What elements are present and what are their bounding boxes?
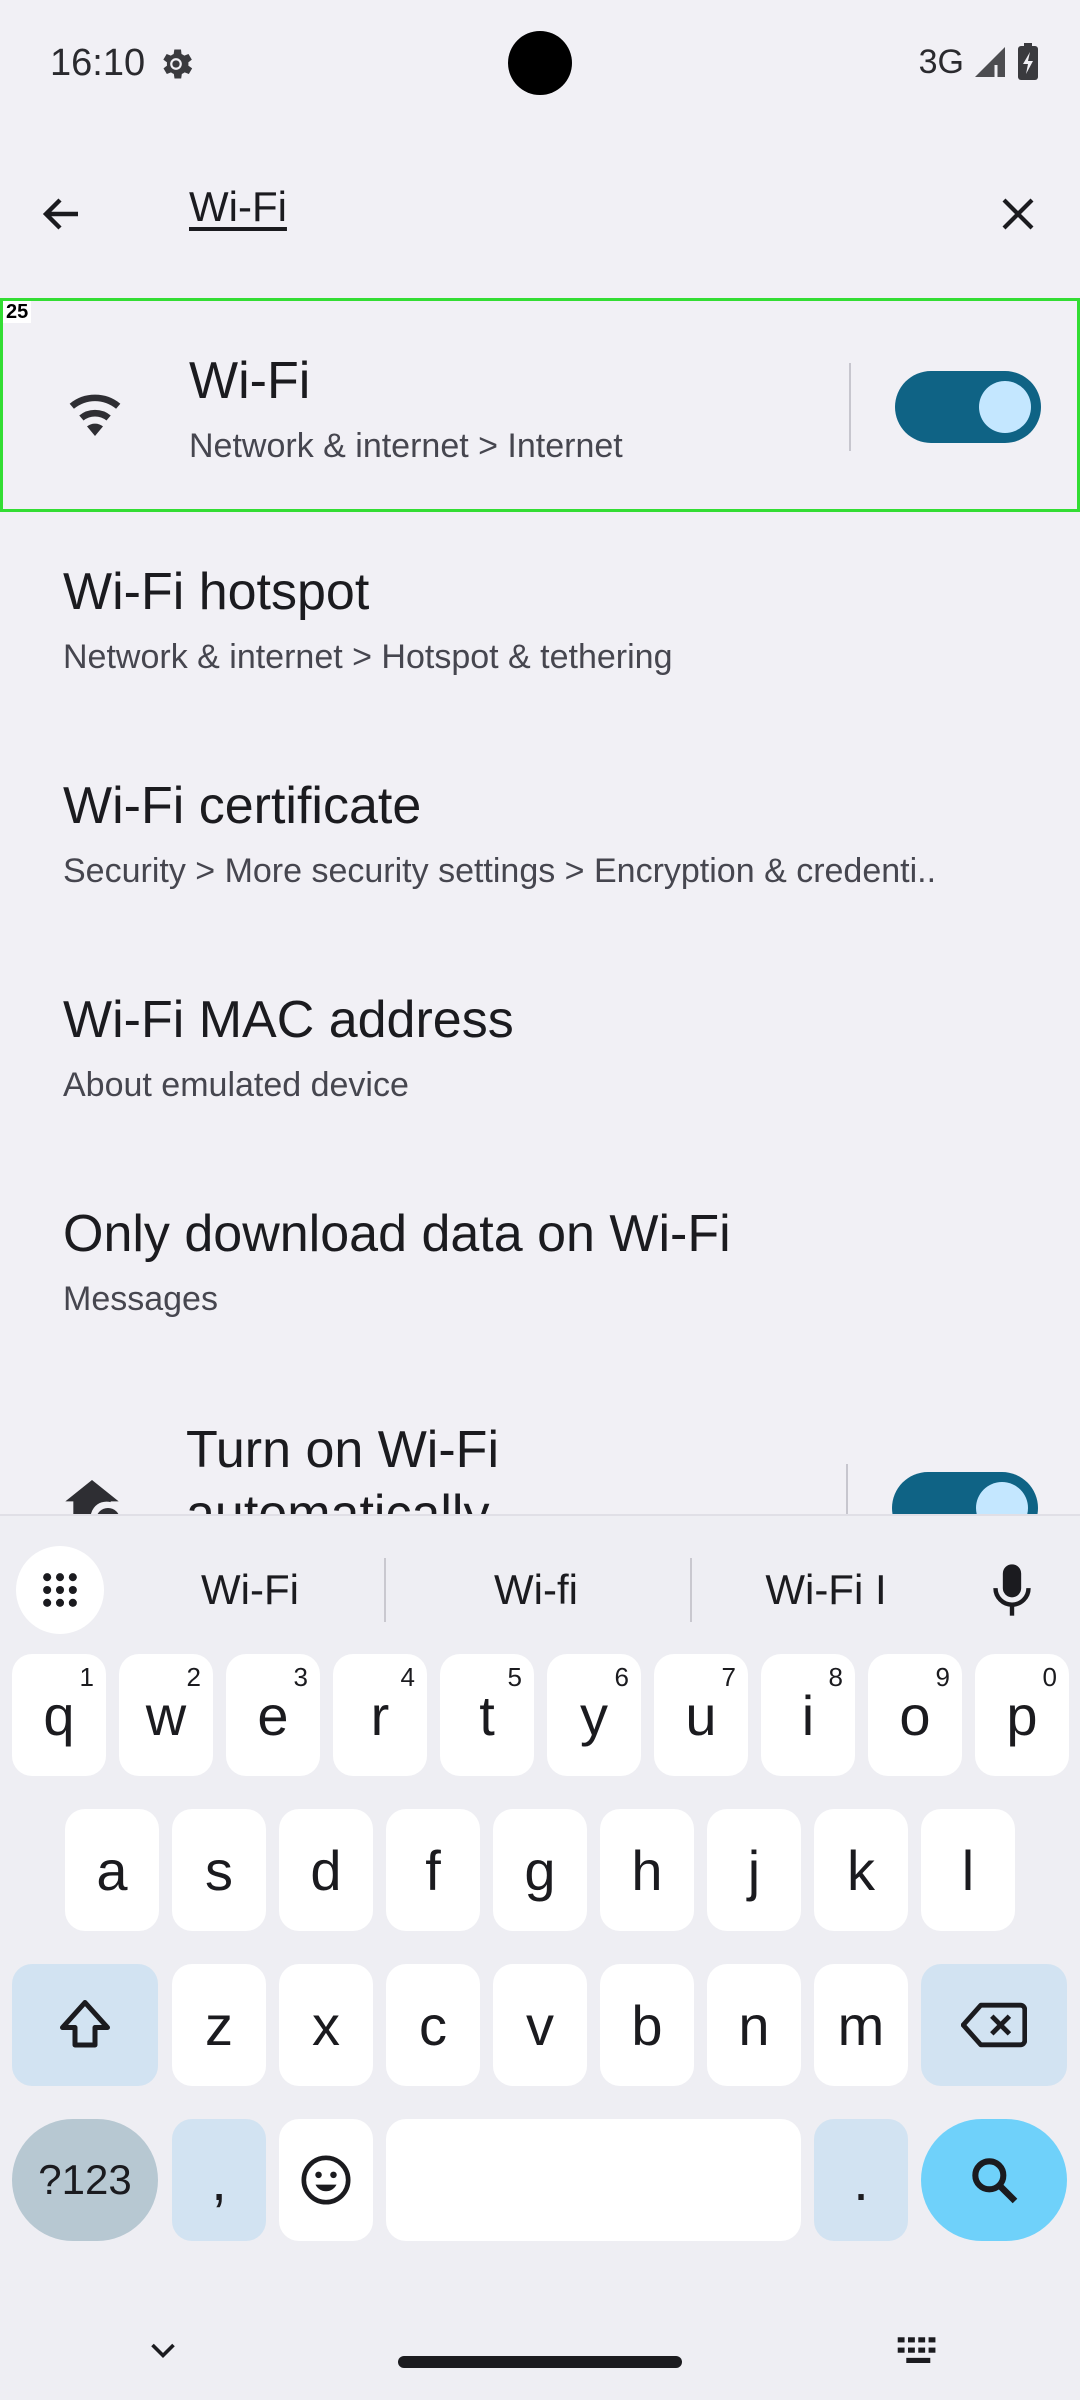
result-subtitle: Network & internet > Hotspot & tethering bbox=[63, 638, 673, 676]
key-g[interactable]: g bbox=[493, 1809, 587, 1931]
backspace-key[interactable] bbox=[921, 1964, 1067, 2086]
wifi-auto-icon bbox=[56, 1468, 128, 1514]
wifi-auto-toggle[interactable] bbox=[892, 1472, 1038, 1514]
apps-grid-icon bbox=[43, 1573, 77, 1607]
key-n[interactable]: n bbox=[707, 1964, 801, 2086]
switch-keyboard-button[interactable] bbox=[892, 2326, 948, 2376]
element-index-badge: 25 bbox=[3, 301, 32, 323]
search-results-list: 25 Wi-Fi Network & internet > Internet W… bbox=[0, 298, 1080, 1514]
key-i[interactable]: i8 bbox=[761, 1654, 855, 1776]
search-key[interactable] bbox=[921, 2119, 1067, 2241]
emoji-icon bbox=[301, 2155, 351, 2205]
result-subtitle: Network & internet > Internet bbox=[189, 427, 623, 465]
result-subtitle: Messages bbox=[63, 1280, 218, 1318]
keyboard-menu-button[interactable] bbox=[16, 1546, 104, 1634]
suggestion-divider bbox=[690, 1558, 692, 1622]
back-button[interactable] bbox=[30, 182, 94, 246]
symbols-key[interactable]: ?123 bbox=[12, 2119, 158, 2241]
key-e[interactable]: e3 bbox=[226, 1654, 320, 1776]
key-b[interactable]: b bbox=[600, 1964, 694, 2086]
settings-gear-icon bbox=[163, 49, 193, 79]
result-turn-on-wifi-automatically[interactable]: Turn on Wi-Fi automatically bbox=[0, 1368, 1080, 1514]
camera-cutout bbox=[508, 31, 572, 95]
key-w[interactable]: w2 bbox=[119, 1654, 213, 1776]
suggestion-strip: Wi-Fi Wi-fi Wi-Fi I bbox=[0, 1516, 1080, 1636]
key-t[interactable]: t5 bbox=[440, 1654, 534, 1776]
keyboard-icon bbox=[897, 2337, 936, 2363]
status-icons: 3G bbox=[919, 42, 1040, 82]
key-z[interactable]: z bbox=[172, 1964, 266, 2086]
signal-icon bbox=[975, 47, 1005, 77]
status-bar: 16:10 3G bbox=[0, 0, 1080, 130]
key-h[interactable]: h bbox=[600, 1809, 694, 1931]
wifi-icon bbox=[59, 376, 131, 448]
network-type: 3G bbox=[918, 42, 964, 81]
key-o[interactable]: o9 bbox=[868, 1654, 962, 1776]
clear-search-button[interactable] bbox=[986, 182, 1050, 246]
result-only-download-wifi[interactable]: Only download data on Wi-Fi Messages bbox=[0, 1154, 1080, 1368]
suggestion-1[interactable]: Wi-Fi bbox=[130, 1546, 370, 1634]
result-subtitle: About emulated device bbox=[63, 1066, 409, 1104]
result-title: Wi-Fi certificate bbox=[63, 777, 422, 835]
suggestion-2[interactable]: Wi-fi bbox=[400, 1546, 672, 1634]
key-k[interactable]: k bbox=[814, 1809, 908, 1931]
chevron-down-icon bbox=[151, 2343, 175, 2359]
search-bar: Wi-Fi bbox=[0, 150, 1080, 274]
result-wifi-mac-address[interactable]: Wi-Fi MAC address About emulated device bbox=[0, 940, 1080, 1154]
battery-charging-icon bbox=[1018, 43, 1038, 80]
result-wifi[interactable]: 25 Wi-Fi Network & internet > Internet bbox=[0, 298, 1080, 512]
microphone-icon bbox=[993, 1564, 1031, 1616]
result-title: Wi-Fi bbox=[189, 352, 311, 410]
key-q[interactable]: q1 bbox=[12, 1654, 106, 1776]
backspace-icon bbox=[961, 2002, 1027, 2048]
key-p[interactable]: p0 bbox=[975, 1654, 1069, 1776]
keyboard-nav-row bbox=[0, 2308, 1080, 2400]
key-j[interactable]: j bbox=[707, 1809, 801, 1931]
key-l[interactable]: l bbox=[921, 1809, 1015, 1931]
suggestion-divider bbox=[384, 1558, 386, 1622]
result-wifi-certificate[interactable]: Wi-Fi certificate Security > More securi… bbox=[0, 726, 1080, 940]
result-title: Wi-Fi hotspot bbox=[63, 563, 370, 621]
status-time: 16:10 bbox=[50, 42, 146, 84]
hide-keyboard-button[interactable] bbox=[138, 2326, 188, 2376]
home-gesture-pill[interactable] bbox=[398, 2356, 682, 2368]
space-key[interactable] bbox=[386, 2119, 801, 2241]
result-title: Turn on Wi-Fi automatically bbox=[186, 1421, 499, 1514]
emoji-key[interactable] bbox=[279, 2119, 373, 2241]
key-v[interactable]: v bbox=[493, 1964, 587, 2086]
key-d[interactable]: d bbox=[279, 1809, 373, 1931]
key-f[interactable]: f bbox=[386, 1809, 480, 1931]
result-title: Wi-Fi MAC address bbox=[63, 991, 514, 1049]
key-s[interactable]: s bbox=[172, 1809, 266, 1931]
shift-key[interactable] bbox=[12, 1964, 158, 2086]
key-u[interactable]: u7 bbox=[654, 1654, 748, 1776]
close-icon bbox=[1002, 198, 1034, 230]
wifi-toggle[interactable] bbox=[895, 371, 1041, 443]
key-a[interactable]: a bbox=[65, 1809, 159, 1931]
comma-key[interactable]: , bbox=[172, 2119, 266, 2241]
divider bbox=[846, 1464, 848, 1514]
period-key[interactable]: . bbox=[814, 2119, 908, 2241]
shift-icon bbox=[60, 2000, 110, 2048]
key-r[interactable]: r4 bbox=[333, 1654, 427, 1776]
search-icon bbox=[972, 2158, 1018, 2204]
voice-input-button[interactable] bbox=[974, 1550, 1050, 1630]
suggestion-3[interactable]: Wi-Fi I bbox=[706, 1546, 946, 1634]
key-x[interactable]: x bbox=[279, 1964, 373, 2086]
search-input[interactable]: Wi-Fi bbox=[189, 183, 287, 231]
toggle-knob bbox=[979, 381, 1031, 433]
result-wifi-hotspot[interactable]: Wi-Fi hotspot Network & internet > Hotsp… bbox=[0, 512, 1080, 726]
arrow-back-icon bbox=[42, 198, 78, 230]
key-m[interactable]: m bbox=[814, 1964, 908, 2086]
result-subtitle: Security > More security settings > Encr… bbox=[63, 852, 937, 890]
divider bbox=[849, 363, 851, 451]
soft-keyboard: Wi-Fi Wi-fi Wi-Fi I q1 w2 e3 r4 t5 y6 u7… bbox=[0, 1514, 1080, 2400]
key-c[interactable]: c bbox=[386, 1964, 480, 2086]
result-title: Only download data on Wi-Fi bbox=[63, 1205, 731, 1263]
toggle-knob bbox=[976, 1482, 1028, 1514]
key-y[interactable]: y6 bbox=[547, 1654, 641, 1776]
